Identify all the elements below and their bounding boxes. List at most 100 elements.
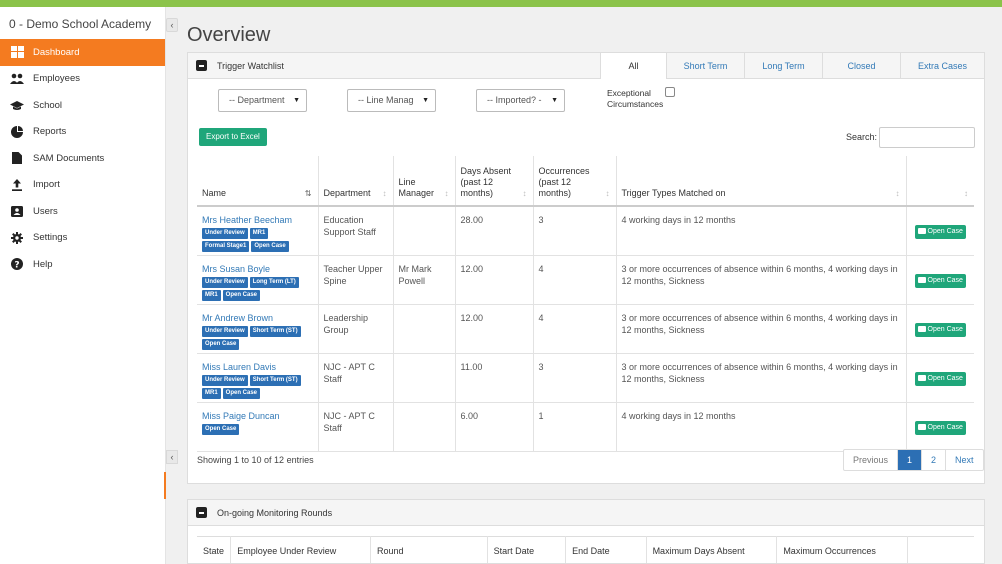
monitoring-column-header[interactable]: End Date — [565, 536, 647, 563]
folder-icon — [917, 375, 926, 382]
status-badge: MR1 — [202, 289, 221, 301]
column-header[interactable]: Trigger Types Matched on ↕ — [616, 156, 907, 207]
sidebar-item-label: SAM Documents — [33, 152, 105, 164]
pager-2[interactable]: 2 — [921, 450, 945, 470]
column-header-label: Days Absent (past 12 months) — [460, 166, 512, 198]
triggers-cell: 3 or more occurrences of absence within … — [616, 304, 907, 355]
column-header-label: Department — [323, 188, 371, 198]
chevron-down-icon: ▼ — [293, 97, 300, 104]
monitoring-column-header[interactable]: Maximum Days Absent — [646, 536, 778, 563]
column-header[interactable]: ↕ — [906, 156, 974, 207]
status-badge: Open Case — [222, 289, 261, 301]
sort-icon: ⇅ — [304, 189, 312, 198]
open-case-label: Open Case — [927, 375, 963, 383]
column-header[interactable]: Name ⇅ — [197, 156, 319, 207]
pie-chart-icon — [10, 125, 24, 138]
question-icon: ? — [10, 258, 24, 271]
employee-link[interactable]: Miss Paige Duncan — [202, 410, 313, 422]
triggers-cell: 3 or more occurrences of absence within … — [616, 353, 907, 404]
open-case-button[interactable]: Open Case — [914, 273, 966, 288]
org-name[interactable]: 0 - Demo School Academy ‹ — [0, 7, 178, 39]
occ-cell: 3 — [533, 353, 617, 404]
tab-extra-cases[interactable]: Extra Cases — [900, 53, 984, 79]
sort-icon: ↕ — [605, 189, 610, 198]
collapse-panel-icon[interactable] — [196, 507, 207, 518]
sidebar-item-import[interactable]: Import — [0, 172, 165, 199]
department-cell: Teacher Upper Spine — [318, 255, 394, 305]
sidebar-collapse-button[interactable]: ‹ — [166, 18, 178, 32]
status-badges: Under Review MR1 Formal Stage1 Open Case — [202, 228, 313, 254]
monitoring-column-header[interactable]: Start Date — [487, 536, 567, 563]
graduation-cap-icon — [10, 99, 24, 111]
sidebar-item-sam-documents[interactable]: SAM Documents — [0, 145, 165, 172]
watchlist-table: Name ⇅ Department ↕ Line Manager ↕ Days Absent… — [197, 156, 974, 453]
pager-next[interactable]: Next — [945, 450, 983, 470]
column-header-label: Occurrences (past 12 months) — [538, 166, 590, 198]
status-badge: Short Term (ST) — [249, 325, 301, 337]
sort-icon: ↕ — [964, 189, 968, 198]
tab-all[interactable]: All — [600, 53, 666, 79]
sidebar-item-dashboard[interactable]: Dashboard — [0, 39, 165, 66]
name-cell: Miss Paige Duncan Open Case — [197, 402, 319, 453]
status-badges: Under Review Short Term (ST) MR1 Open Case — [202, 375, 313, 401]
sidebar-item-employees[interactable]: Employees — [0, 66, 165, 93]
sort-icon: ↕ — [895, 189, 900, 198]
monitoring-column-header[interactable]: State — [197, 536, 232, 563]
column-header[interactable]: Days Absent (past 12 months) ↕ — [455, 156, 534, 207]
column-header-label: Trigger Types Matched on — [621, 188, 726, 198]
exceptional-checkbox[interactable] — [665, 87, 675, 97]
table-info: Showing 1 to 10 of 12 entries — [197, 455, 314, 465]
dashboard-icon — [10, 46, 24, 59]
sidebar-item-reports[interactable]: Reports — [0, 119, 165, 146]
open-case-button[interactable]: Open Case — [914, 421, 966, 436]
sidebar-item-users[interactable]: Users — [0, 198, 165, 225]
imported-filter[interactable]: -- Imported? - ▼ — [476, 89, 565, 112]
table-row: Mrs Heather Beecham Under Review MR1 Formal… — [197, 206, 974, 256]
tab-long-term[interactable]: Long Term — [744, 53, 822, 79]
monitoring-column-header[interactable]: Maximum Occurrences — [776, 536, 909, 563]
employee-link[interactable]: Mrs Susan Boyle — [202, 263, 313, 275]
employee-link[interactable]: Mrs Heather Beecham — [202, 214, 313, 226]
employee-link[interactable]: Miss Lauren Davis — [202, 361, 313, 373]
employee-link[interactable]: Mr Andrew Brown — [202, 312, 313, 324]
folder-icon — [917, 424, 926, 431]
status-badges: Under Review Long Term (LT) MR1 Open Case — [202, 276, 313, 303]
page-title: Overview — [187, 24, 271, 46]
monitoring-column-header[interactable]: Employee Under Review — [230, 536, 371, 563]
tab-closed[interactable]: Closed — [822, 53, 900, 79]
action-cell: Open Case — [906, 206, 974, 256]
column-header[interactable]: Line Manager ↕ — [393, 156, 456, 207]
search-input[interactable] — [879, 127, 975, 148]
tab-short-term[interactable]: Short Term — [666, 53, 744, 79]
column-header[interactable]: Occurrences (past 12 months) ↕ — [533, 156, 617, 207]
sidebar-expand-button[interactable]: ‹ — [166, 450, 178, 464]
exceptional-text: Exceptional Circumstances — [607, 88, 664, 109]
sidebar-item-label: Dashboard — [33, 46, 80, 58]
watchlist-title: Trigger Watchlist — [217, 60, 284, 71]
pager-1[interactable]: 1 — [897, 450, 922, 470]
open-case-button[interactable]: Open Case — [914, 225, 966, 239]
pager-previous[interactable]: Previous — [844, 450, 897, 470]
open-case-label: Open Case — [927, 228, 963, 235]
gear-icon — [10, 231, 24, 244]
column-header[interactable]: Department ↕ — [318, 156, 394, 207]
department-filter[interactable]: -- Department ▼ — [218, 89, 307, 112]
table-toolbar: Export to Excel Search: — [188, 125, 984, 155]
department-cell: Education Support Staff — [318, 206, 394, 256]
line-manager-filter[interactable]: -- Line Manag ▼ — [347, 89, 436, 112]
status-badge: Open Case — [251, 241, 289, 252]
folder-icon — [917, 228, 926, 234]
sidebar-item-school[interactable]: School — [0, 92, 165, 119]
open-case-button[interactable]: Open Case — [914, 322, 966, 337]
sidebar-item-label: School — [33, 99, 63, 111]
status-badge: Under Review — [202, 325, 248, 337]
sidebar-item-help[interactable]: ? Help — [0, 251, 165, 278]
export-excel-button[interactable]: Export to Excel — [199, 128, 267, 146]
org-name-label: 0 - Demo School Academy — [9, 17, 152, 31]
sidebar-item-settings[interactable]: Settings — [0, 225, 165, 252]
monitoring-column-header[interactable] — [907, 536, 974, 563]
table-row: Miss Paige Duncan Open Case NJC - APT C St… — [197, 402, 974, 453]
collapse-panel-icon[interactable] — [196, 60, 207, 71]
monitoring-column-header[interactable]: Round — [370, 536, 488, 563]
open-case-button[interactable]: Open Case — [914, 372, 966, 387]
